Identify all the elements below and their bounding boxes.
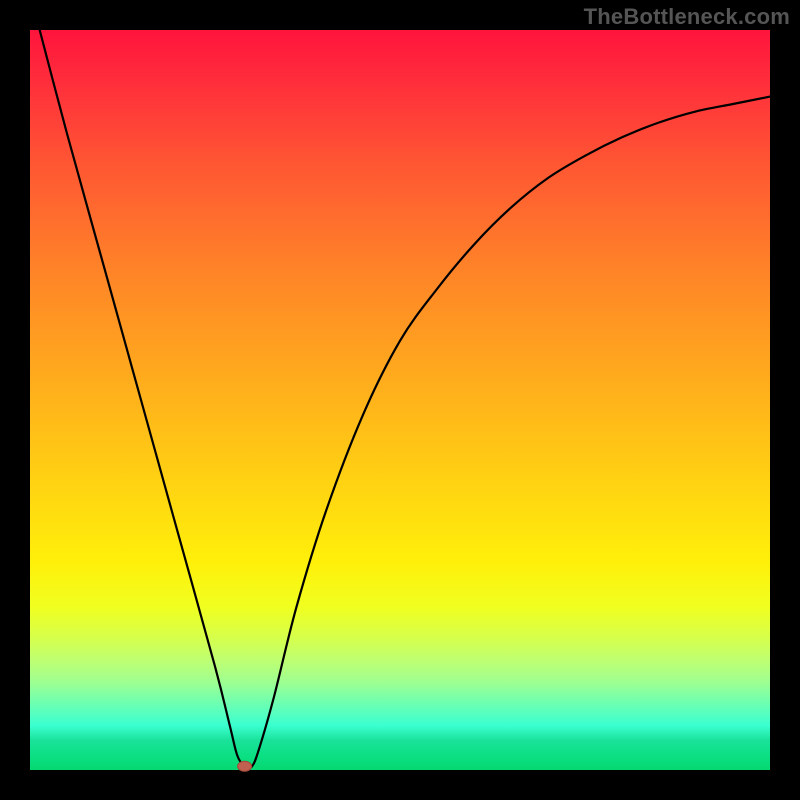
chart-frame: TheBottleneck.com	[0, 0, 800, 800]
watermark-text: TheBottleneck.com	[584, 4, 790, 30]
bottleneck-curve	[30, 0, 770, 768]
plot-area	[30, 30, 770, 770]
marker-dot	[238, 761, 252, 771]
curve-svg	[30, 30, 770, 770]
